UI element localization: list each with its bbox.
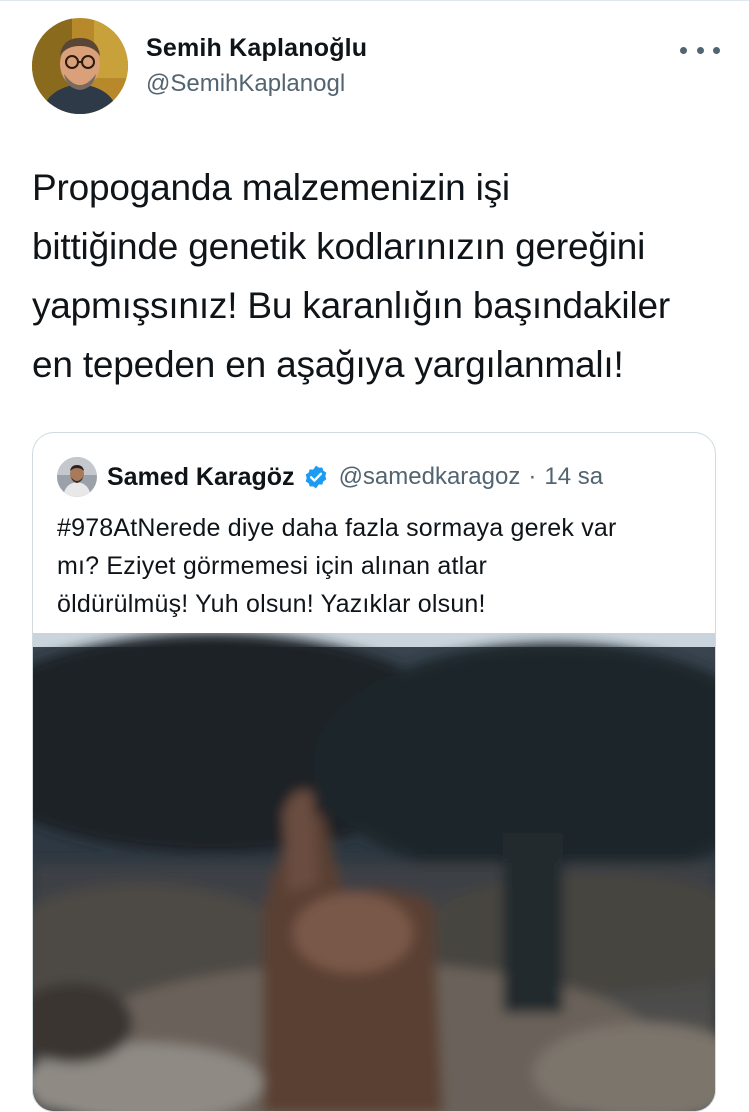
quoted-tweet-header: Samed Karagöz @samedkaragoz · 14 sa	[107, 461, 603, 493]
more-horizontal-icon	[713, 46, 720, 54]
quoted-tweet-card[interactable]: Samed Karagöz @samedkaragoz · 14 sa #978…	[32, 432, 716, 1112]
author-handle[interactable]: @SemihKaplanogl	[146, 70, 345, 98]
quoted-author-avatar[interactable]	[57, 457, 97, 497]
quoted-tweet-time[interactable]: 14 sa	[544, 463, 603, 491]
verified-badge-icon	[303, 464, 329, 490]
more-horizontal-icon	[696, 46, 704, 54]
meta-separator: ·	[528, 463, 537, 490]
video-thumbnail	[33, 633, 715, 1111]
quoted-author-handle[interactable]: @samedkaragoz	[339, 463, 521, 491]
more-horizontal-icon	[680, 46, 687, 54]
quoted-author-name[interactable]: Samed Karagöz	[107, 463, 295, 492]
author-name[interactable]: Semih Kaplanoğlu	[146, 34, 367, 63]
quoted-tweet-video[interactable]	[33, 633, 715, 1111]
quoted-author-avatar-image	[57, 457, 97, 497]
author-avatar-image	[32, 18, 128, 114]
more-options-button[interactable]	[680, 36, 720, 64]
author-avatar[interactable]	[32, 18, 128, 114]
quoted-tweet-text: #978AtNerede diye daha fazla sormaya ger…	[57, 514, 617, 618]
tweet-header: Semih Kaplanoğlu @SemihKaplanogl	[0, 0, 749, 130]
tweet-text: Propoganda malzemenizin işi bittiğinde g…	[32, 167, 670, 385]
